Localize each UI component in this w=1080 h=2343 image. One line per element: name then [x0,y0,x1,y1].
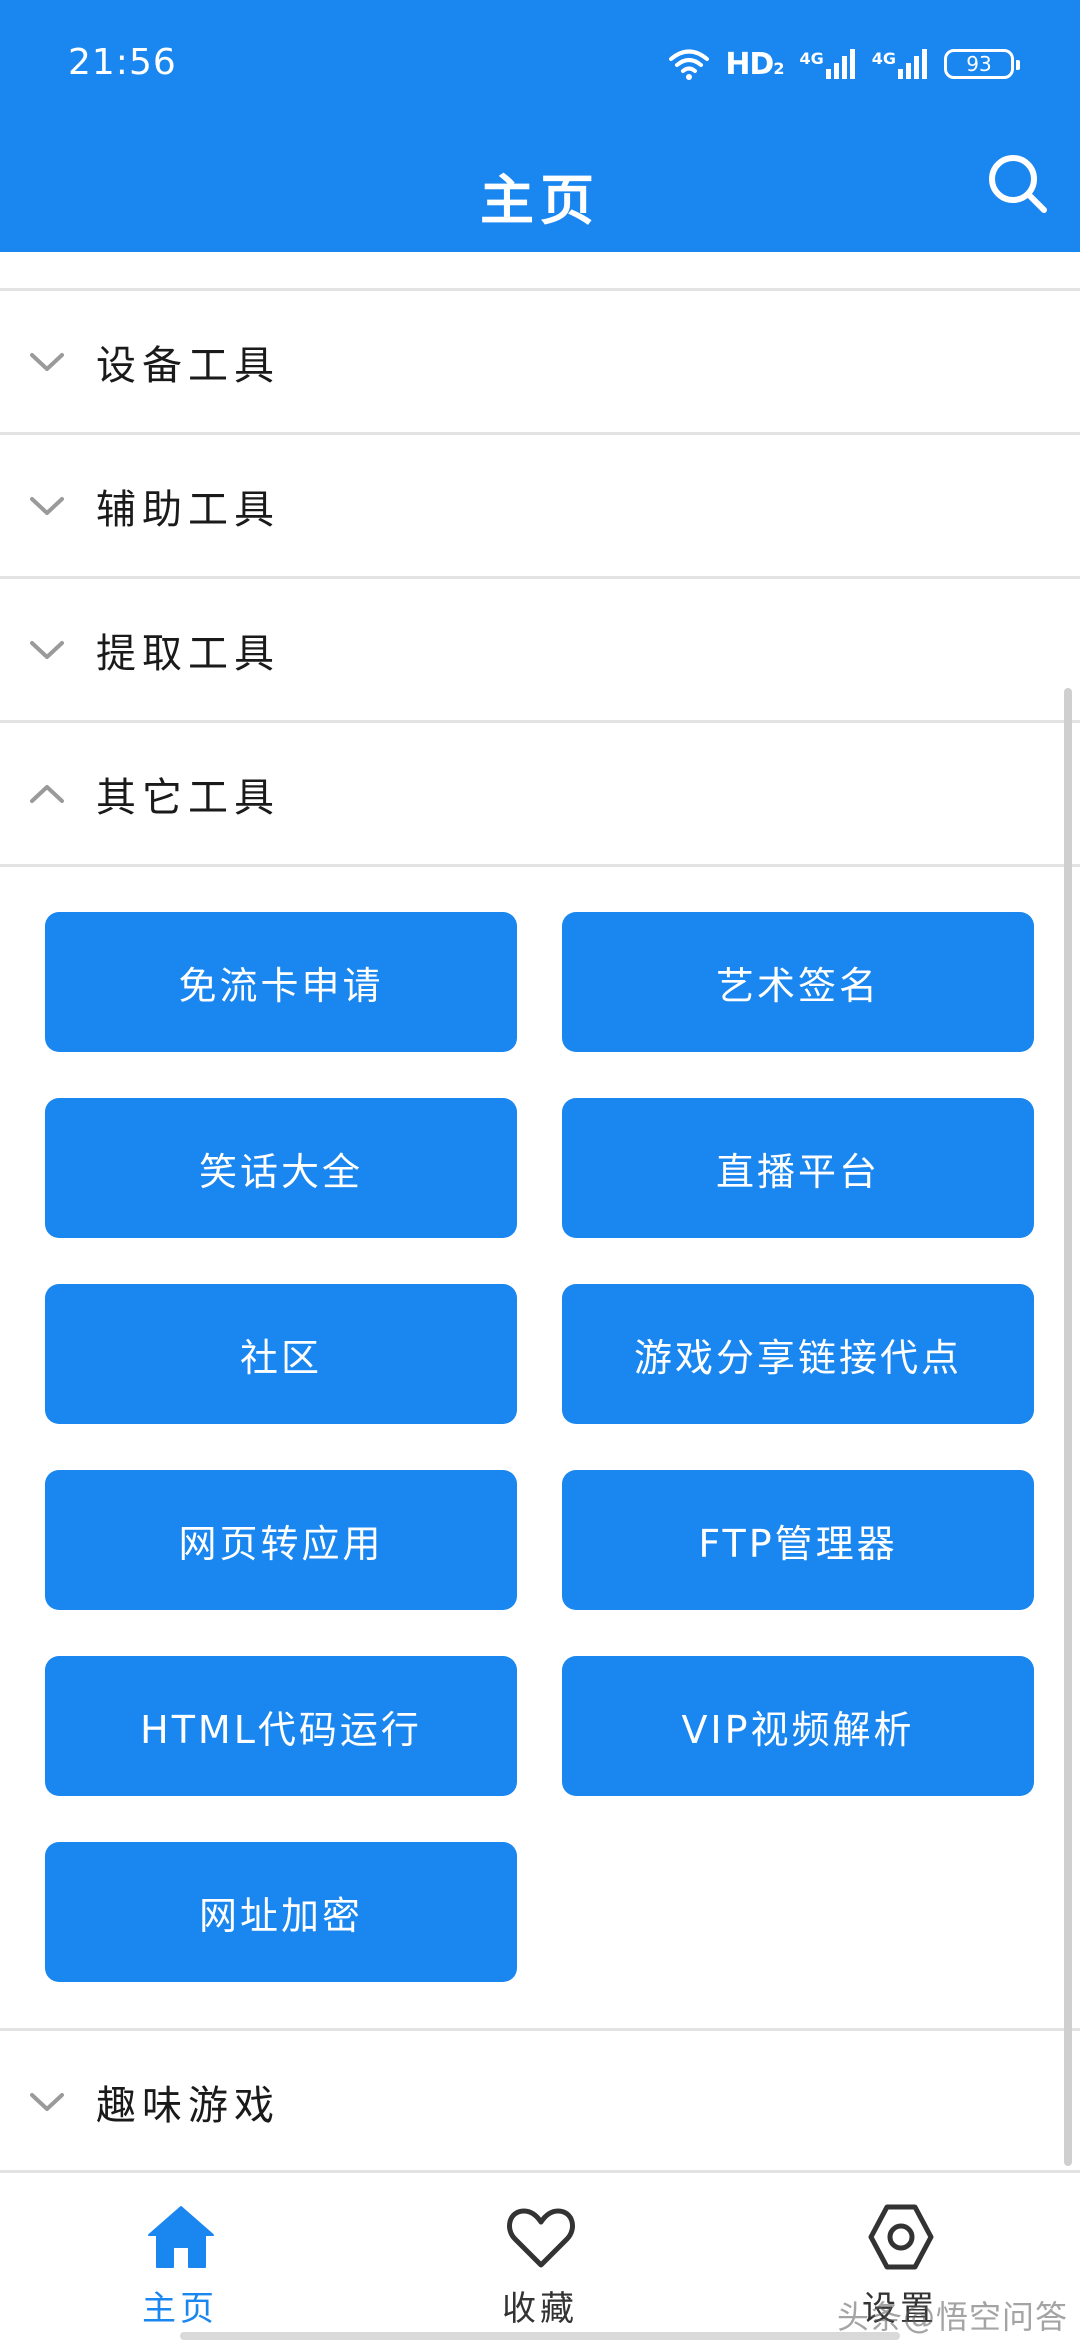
tool-button-url-encrypt[interactable]: 网址加密 [45,1842,517,1982]
search-icon [989,155,1047,213]
section-title: 辅助工具 [96,486,280,533]
section-title: 提取工具 [96,630,280,677]
status-bar: 21:56 HD2 4G 4G 93 [0,0,1080,130]
section-device-tools[interactable]: 设备工具 [0,291,1080,432]
signal-icon-2: 4G [872,49,928,79]
nav-label: 主页 [142,2289,218,2329]
divider [0,864,1080,867]
heart-icon [507,2208,575,2268]
tool-button-free-sim[interactable]: 免流卡申请 [45,912,517,1052]
chevron-down-icon [30,496,64,515]
page-title: 主页 [480,169,600,232]
tool-button-live-stream[interactable]: 直播平台 [562,1098,1034,1238]
section-extract-tools[interactable]: 提取工具 [0,579,1080,720]
tool-button-jokes[interactable]: 笑话大全 [45,1098,517,1238]
status-icons: HD2 4G 4G 93 [669,44,1020,84]
status-time: 21:56 [68,42,177,83]
search-button[interactable] [980,146,1056,222]
chevron-up-icon [30,784,64,803]
app-header: 21:56 HD2 4G 4G 93 主页 [0,0,1080,252]
chevron-down-icon [30,640,64,659]
chevron-down-icon [30,352,64,371]
tool-button-art-signature[interactable]: 艺术签名 [562,912,1034,1052]
battery-icon: 93 [944,49,1020,79]
title-bar: 主页 [0,130,1080,252]
tool-button-web-to-app[interactable]: 网页转应用 [45,1470,517,1610]
signal-icon-1: 4G [799,49,855,79]
scrollbar[interactable] [1064,688,1072,2166]
section-title: 趣味游戏 [96,2082,280,2129]
nav-label: 收藏 [502,2289,578,2329]
tool-button-vip-video[interactable]: VIP视频解析 [562,1656,1034,1796]
nav-item-home[interactable]: 主页 [0,2173,360,2343]
section-title: 设备工具 [96,342,280,389]
tool-button-community[interactable]: 社区 [45,1284,517,1424]
nav-item-favorites[interactable]: 收藏 [360,2173,720,2343]
section-title: 其它工具 [96,774,280,821]
tool-list: 设备工具 辅助工具 提取工具 其它工具 免流卡申请 艺术签名 笑话大全 直播平台… [0,252,1080,2170]
home-indicator[interactable] [180,2332,900,2340]
section-assist-tools[interactable]: 辅助工具 [0,435,1080,576]
tool-button-html-runner[interactable]: HTML代码运行 [45,1656,517,1796]
section-fun-games[interactable]: 趣味游戏 [0,2031,1080,2170]
settings-icon [868,2204,934,2270]
home-icon [148,2206,214,2268]
tool-button-ftp-manager[interactable]: FTP管理器 [562,1470,1034,1610]
hd-indicator: HD2 [725,46,784,82]
section-other-tools[interactable]: 其它工具 [0,723,1080,864]
tool-button-game-share-link[interactable]: 游戏分享链接代点 [562,1284,1034,1424]
wifi-icon [669,49,710,80]
chevron-down-icon [30,2092,64,2111]
